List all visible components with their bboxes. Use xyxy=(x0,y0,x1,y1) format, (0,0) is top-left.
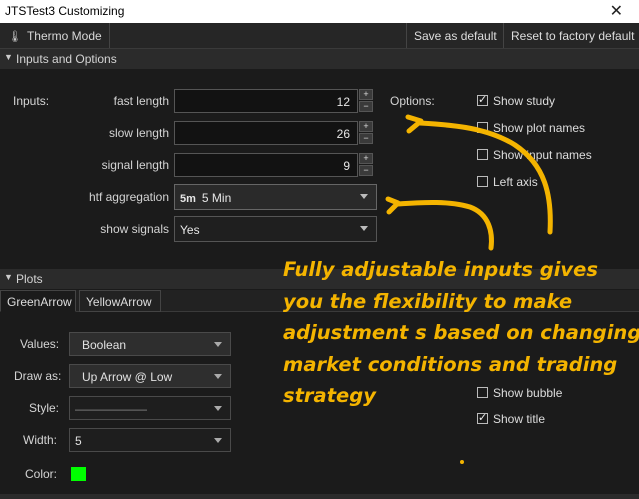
thermo-mode-label: Thermo Mode xyxy=(26,29,102,43)
style-select[interactable]: —————— xyxy=(69,396,231,420)
increment-icon[interactable]: + xyxy=(359,121,373,132)
close-icon[interactable]: ✕ xyxy=(610,1,623,21)
values-select[interactable]: Boolean xyxy=(69,332,231,356)
show-study-label: Show study xyxy=(493,94,556,108)
slow-length-input[interactable]: 26 xyxy=(174,121,358,145)
left-axis-checkbox[interactable] xyxy=(477,176,488,187)
annotation-dot xyxy=(460,460,464,464)
tab-yellowarrow[interactable]: YellowArrow xyxy=(79,290,161,312)
chevron-down-icon xyxy=(214,374,222,379)
annotation-callout: Fully adjustable inputs gives you the fl… xyxy=(283,254,639,412)
fast-length-input[interactable]: 12 xyxy=(174,89,358,113)
signal-length-stepper[interactable]: + − xyxy=(359,153,376,177)
htf-aggregation-select[interactable]: 5m 5 Min xyxy=(174,184,377,210)
tab-greenarrow[interactable]: GreenArrow xyxy=(0,290,76,312)
chevron-down-icon xyxy=(360,226,368,231)
color-swatch[interactable] xyxy=(71,467,86,481)
show-input-names-label: Show input names xyxy=(493,148,592,162)
section-title: Inputs and Options xyxy=(16,52,117,66)
draw-as-select[interactable]: Up Arrow @ Low xyxy=(69,364,231,388)
window-title: JTSTest3 Customizing xyxy=(5,4,125,18)
show-signals-select[interactable]: Yes xyxy=(174,216,377,242)
signal-length-input[interactable]: 9 xyxy=(174,153,358,177)
chevron-down-icon xyxy=(214,406,222,411)
chevron-down-icon xyxy=(214,342,222,347)
window-titlebar: JTSTest3 Customizing ✕ xyxy=(0,0,639,23)
width-value: 5 xyxy=(75,434,82,448)
chevron-down-icon: ▼ xyxy=(4,52,13,62)
style-label: Style: xyxy=(29,401,60,415)
callout-line: adjustment s based on changing xyxy=(283,321,639,344)
show-plot-names-label: Show plot names xyxy=(493,121,586,135)
values-label: Values: xyxy=(20,337,60,351)
slow-length-stepper[interactable]: + − xyxy=(359,121,376,145)
callout-line: Fully adjustable inputs gives xyxy=(283,258,598,281)
show-title-checkbox[interactable] xyxy=(477,411,488,424)
bottom-edge xyxy=(0,494,639,499)
chevron-down-icon: ▼ xyxy=(4,272,13,282)
options-label: Options: xyxy=(390,94,435,108)
style-value: —————— xyxy=(75,402,147,416)
draw-as-label: Draw as: xyxy=(14,369,62,383)
show-signals-label: show signals xyxy=(100,222,169,236)
increment-icon[interactable]: + xyxy=(359,153,373,164)
aggregation-tag: 5m xyxy=(180,193,196,205)
color-label: Color: xyxy=(25,467,58,481)
increment-icon[interactable]: + xyxy=(359,89,373,100)
toolbar: 🌡 Thermo Mode Save as default Reset to fa… xyxy=(0,23,639,49)
decrement-icon[interactable]: − xyxy=(359,165,373,176)
decrement-icon[interactable]: − xyxy=(359,133,373,144)
fast-length-stepper[interactable]: + − xyxy=(359,89,376,113)
chevron-down-icon xyxy=(360,194,368,199)
left-axis-label: Left axis xyxy=(493,175,538,189)
show-input-names-checkbox[interactable] xyxy=(477,149,488,160)
width-label: Width: xyxy=(23,433,58,447)
show-plot-names-checkbox[interactable] xyxy=(477,122,488,133)
fast-length-label: fast length xyxy=(113,94,169,108)
thermometer-icon: 🌡 xyxy=(8,31,22,43)
width-select[interactable]: 5 xyxy=(69,428,231,452)
slow-length-label: slow length xyxy=(108,126,169,140)
show-study-checkbox[interactable] xyxy=(477,93,488,106)
show-signals-value: Yes xyxy=(180,223,200,237)
thermo-mode-button[interactable]: 🌡 Thermo Mode xyxy=(0,23,110,48)
signal-length-label: signal length xyxy=(101,158,169,172)
inputs-options-section-header[interactable]: ▼ Inputs and Options xyxy=(0,49,639,69)
reset-factory-default-button[interactable]: Reset to factory default xyxy=(503,23,639,48)
chevron-down-icon xyxy=(214,438,222,443)
htf-aggregation-label: htf aggregation xyxy=(88,190,169,204)
callout-line: strategy xyxy=(283,384,376,407)
values-value: Boolean xyxy=(82,338,127,352)
save-as-default-button[interactable]: Save as default xyxy=(406,23,499,48)
callout-line: market conditions and trading xyxy=(283,352,618,376)
decrement-icon[interactable]: − xyxy=(359,101,373,112)
aggregation-value: 5 Min xyxy=(201,191,232,205)
show-title-label: Show title xyxy=(493,412,546,426)
callout-line: you the flexibility to make xyxy=(283,289,573,313)
draw-as-value: Up Arrow @ Low xyxy=(82,370,173,384)
section-title: Plots xyxy=(16,272,43,286)
